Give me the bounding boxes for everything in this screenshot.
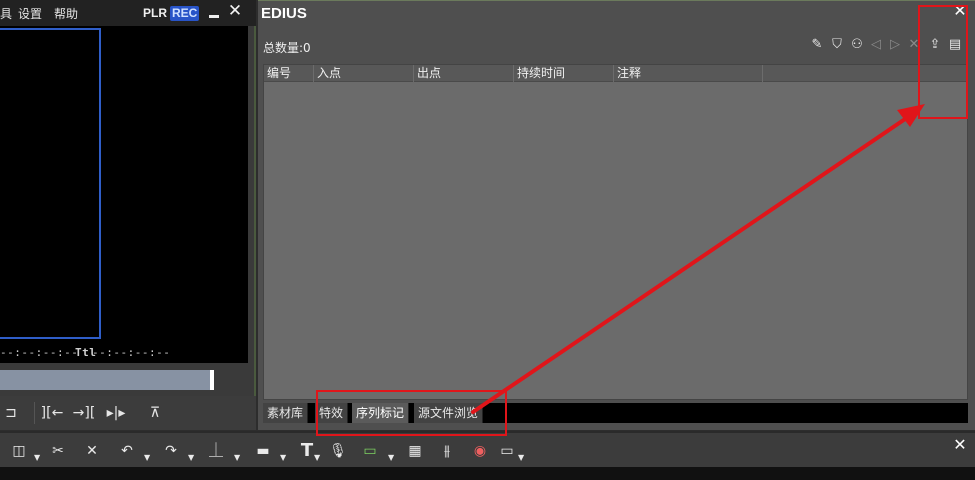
menu-help[interactable]: 帮助	[54, 5, 78, 22]
menu-settings[interactable]: 设置	[18, 5, 42, 22]
column-header-duration[interactable]: 持续时间	[514, 65, 614, 82]
mic-icon[interactable]: 🎙	[328, 441, 348, 461]
player-preview-screen: --:--:--:-- Ttl --:--:--:--	[0, 26, 248, 363]
chevron-down-icon[interactable]: ▼	[144, 453, 150, 462]
close-icon[interactable]: ✕	[226, 2, 244, 20]
window-title: EDIUS	[261, 5, 307, 22]
set-out-icon[interactable]: →][	[70, 402, 98, 424]
plr-mode-button[interactable]: PLR	[143, 6, 167, 20]
column-header-comment[interactable]: 注释	[614, 65, 763, 82]
undo-icon[interactable]: ↶	[116, 441, 138, 461]
player-control-button[interactable]: ⊐	[0, 402, 22, 424]
chevron-down-icon[interactable]: ▼	[518, 453, 524, 462]
edit-marker-icon[interactable]: ✎	[809, 37, 825, 53]
menu-item-partial[interactable]: 具	[0, 5, 12, 22]
rec-mode-button[interactable]: REC	[170, 6, 200, 21]
sync-icon[interactable]: ▬	[250, 441, 276, 461]
column-header-in[interactable]: 入点	[314, 65, 414, 82]
next-marker-icon[interactable]: ▷	[887, 37, 903, 53]
chevron-down-icon[interactable]: ▼	[34, 453, 40, 462]
render-icon[interactable]: ▭	[358, 441, 382, 461]
grid-icon[interactable]: ▦	[404, 441, 426, 461]
timeline-tools: ◫ ▼ ✂ ✕ ↶ ▼ ↷ ▼ ⏊ ▼ ▬ ▼ T ▼ 🎙 ▭ ▼ ▦ ⫵ ◉ …	[0, 433, 975, 467]
open-project-icon[interactable]: ◫	[8, 441, 30, 461]
chevron-down-icon[interactable]: ▼	[314, 453, 320, 462]
razor-icon[interactable]: ✂	[46, 441, 70, 461]
list-header: 编号 入点 出点 持续时间 注释	[264, 65, 967, 82]
insert-icon[interactable]: ▸|▸	[102, 402, 130, 424]
clear-marker-icon[interactable]: ⚇	[849, 37, 865, 53]
player-controls: ⊐ ][← →][ ▸|▸ ⊼	[0, 396, 256, 430]
chevron-down-icon[interactable]: ▼	[388, 453, 394, 462]
annotation-box-toolbar	[918, 5, 968, 119]
delete-gap-icon[interactable]: ✕	[80, 441, 104, 461]
close-icon[interactable]: ✕	[951, 436, 969, 454]
edius-marker-window: EDIUS ✕ 总数量:0 ✎ ⛉ ⚇ ◁ ▷ ✕ ⇪ ▤ 编号 入点 出点 持…	[258, 0, 975, 430]
column-header-out[interactable]: 出点	[414, 65, 514, 82]
add-marker-icon[interactable]: ⛉	[829, 37, 845, 53]
controls-divider	[34, 402, 35, 424]
minimize-icon[interactable]	[207, 3, 221, 19]
set-in-icon[interactable]: ][←	[38, 402, 66, 424]
timeline-track-area[interactable]	[0, 467, 975, 480]
column-header-number[interactable]: 编号	[264, 65, 314, 82]
annotation-box-tabs	[316, 390, 507, 436]
ripple-icon[interactable]: ⏊	[204, 441, 228, 461]
safe-area-frame	[0, 28, 101, 339]
overwrite-icon[interactable]: ⊼	[142, 402, 168, 424]
timecode-ttl: --:--:--:--	[92, 346, 171, 359]
tab-bin[interactable]: 素材库	[263, 403, 309, 423]
player-scrub-bar[interactable]	[0, 370, 214, 390]
color-icon[interactable]: ◉	[469, 441, 491, 461]
chevron-down-icon[interactable]: ▼	[280, 453, 286, 462]
player-menubar: 具 设置 帮助 PLR REC ✕	[0, 0, 256, 26]
timeline-toolbar: ◫ ▼ ✂ ✕ ↶ ▼ ↷ ▼ ⏊ ▼ ▬ ▼ T ▼ 🎙 ▭ ▼ ▦ ⫵ ◉ …	[0, 431, 975, 480]
player-window: 具 设置 帮助 PLR REC ✕ --:--:--:-- Ttl --:--:…	[0, 0, 256, 430]
window-icon[interactable]: ▭	[496, 441, 518, 461]
redo-icon[interactable]: ↷	[160, 441, 182, 461]
chevron-down-icon[interactable]: ▼	[188, 453, 194, 462]
prev-marker-icon[interactable]: ◁	[868, 37, 884, 53]
marker-list[interactable]: 编号 入点 出点 持续时间 注释	[263, 64, 968, 400]
chevron-down-icon[interactable]: ▼	[234, 453, 240, 462]
total-count-label: 总数量:0	[263, 41, 311, 55]
timecode-in: --:--:--:--	[0, 346, 79, 359]
mixer-icon[interactable]: ⫵	[436, 441, 458, 461]
